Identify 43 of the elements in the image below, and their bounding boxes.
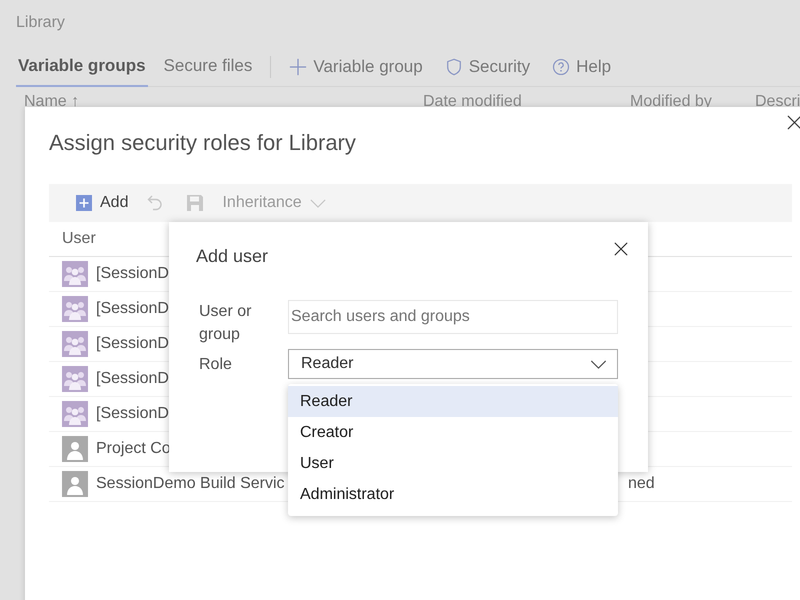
user-name: [SessionD <box>96 300 169 318</box>
user-name: [SessionD <box>96 265 169 283</box>
user-name: SessionDemo Build Servic <box>96 475 285 493</box>
column-header[interactable]: Date modified <box>423 93 522 111</box>
search-field[interactable]: Search users and groups <box>288 300 618 334</box>
field-label: Role <box>199 355 233 375</box>
dialog-title: Assign security roles for Library <box>49 129 357 157</box>
close-icon[interactable] <box>787 115 800 130</box>
group-avatar-icon <box>62 296 88 322</box>
dropdown-option[interactable]: Administrator <box>288 479 618 510</box>
plus-icon <box>76 195 92 211</box>
dropdown-option[interactable]: Creator <box>288 417 618 448</box>
user-name: [SessionD <box>96 405 169 423</box>
user-name: [SessionD <box>96 370 169 388</box>
page-title: Library <box>16 13 66 33</box>
toolbar-button[interactable]: Security <box>468 57 530 77</box>
user-name: [SessionD <box>96 335 169 353</box>
help-icon <box>552 58 570 76</box>
close-icon[interactable] <box>614 242 628 256</box>
dialog-title: Add user <box>196 245 268 267</box>
toolbar-button[interactable]: Help <box>576 57 612 77</box>
toolbar-button[interactable]: Variable group <box>313 57 423 77</box>
column-header[interactable]: Descri <box>755 93 800 111</box>
group-avatar-icon <box>62 401 88 427</box>
tab[interactable]: Variable groups <box>16 48 148 86</box>
group-avatar-icon <box>62 331 88 357</box>
column-header[interactable]: Name ↑ <box>24 93 80 111</box>
group-avatar-icon <box>62 261 88 287</box>
chevron-down-icon <box>590 360 607 368</box>
user-avatar-icon <box>62 471 88 497</box>
shield-icon <box>444 58 463 76</box>
user-avatar-icon <box>62 436 88 462</box>
dropdown-option[interactable]: User <box>288 448 618 479</box>
role-dropdown[interactable]: Reader <box>288 349 618 379</box>
tab[interactable]: Secure files <box>162 48 254 86</box>
column-header: User <box>62 230 96 248</box>
plus-icon <box>289 58 308 76</box>
chevron-down-icon <box>310 198 326 208</box>
role-text: ned <box>628 475 656 493</box>
add-button[interactable]: Add <box>76 194 128 212</box>
dropdown-option[interactable]: Reader <box>288 386 618 417</box>
field-label: User or group <box>199 302 252 345</box>
group-avatar-icon <box>62 366 88 392</box>
